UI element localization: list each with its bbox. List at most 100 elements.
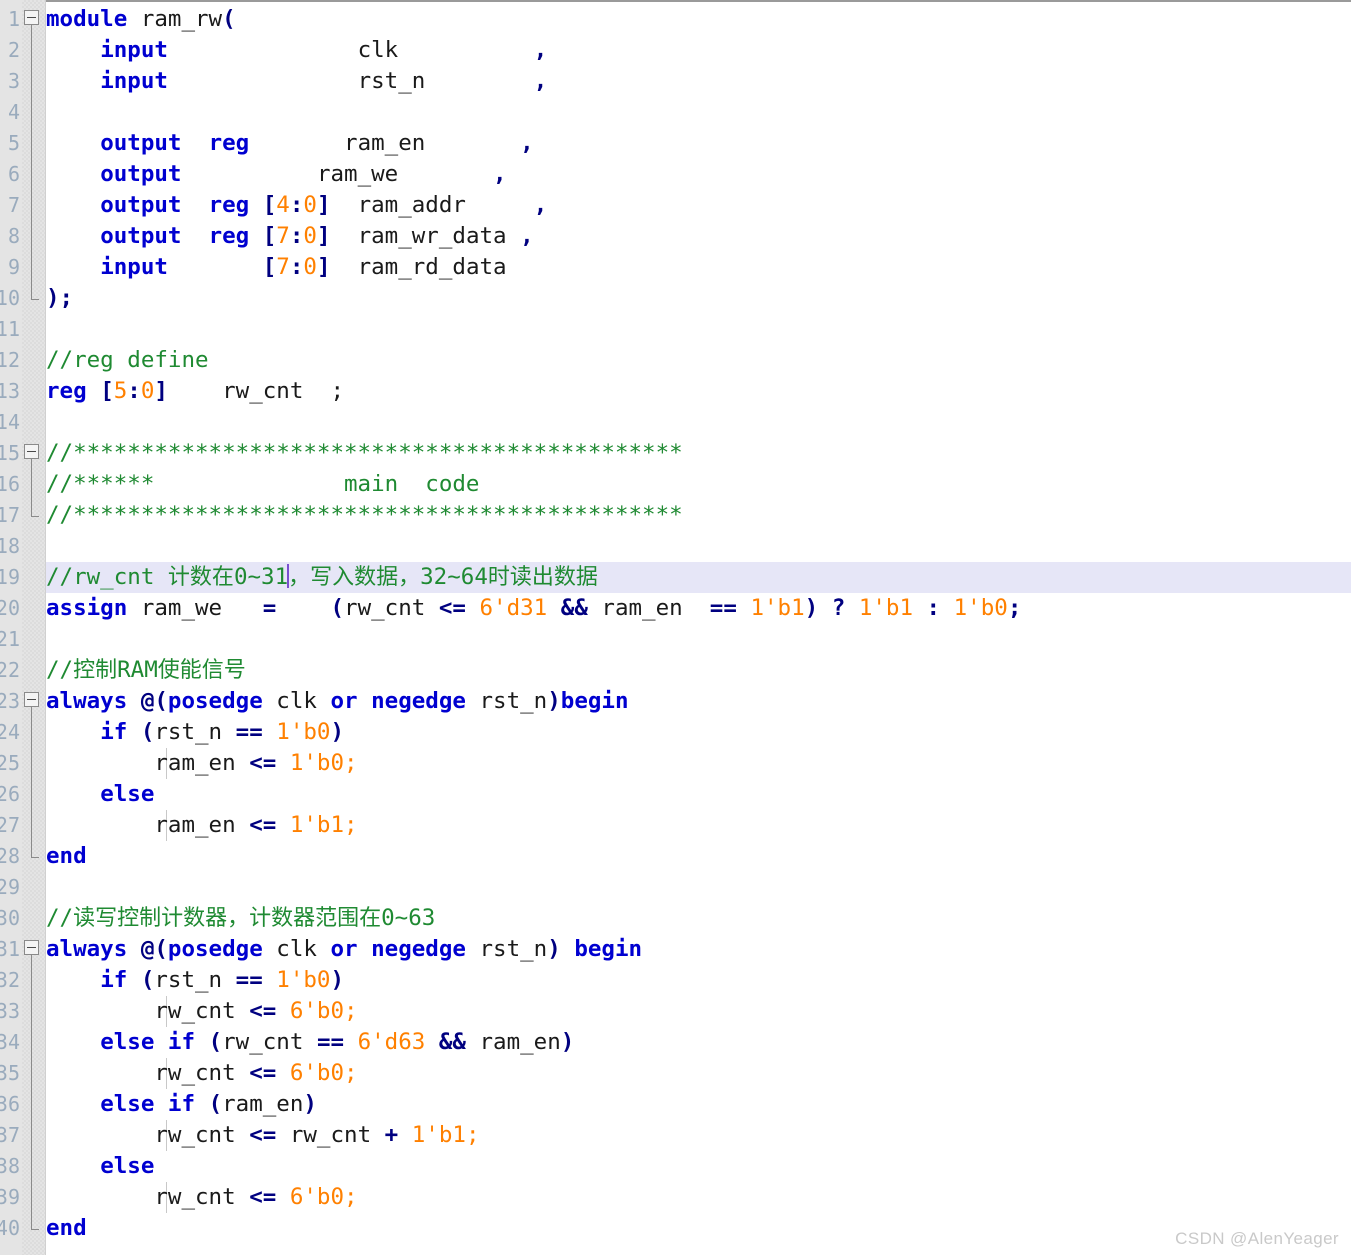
code-line[interactable]: rw_cnt <= 6'b0; (46, 1182, 357, 1213)
code-token: 1'b1 (858, 595, 913, 621)
code-token: ram_en (154, 750, 236, 776)
code-token: //reg define (46, 347, 209, 373)
code-token: ( (140, 967, 155, 993)
code-line[interactable]: input [7:0] ram_rd_data (46, 252, 506, 283)
code-line[interactable]: reg [5:0] rw_cnt ; (46, 376, 344, 407)
code-line[interactable]: rw_cnt <= 6'b0; (46, 1058, 357, 1089)
code-line[interactable]: ); (46, 283, 73, 314)
code-token: ; (59, 285, 74, 311)
code-line[interactable]: //读写控制计数器，计数器范围在0~63 (46, 903, 435, 934)
code-line[interactable]: //****** main code (46, 469, 479, 500)
code-token: , (520, 130, 534, 156)
line-number: 1 (7, 7, 20, 31)
code-token: rw_cnt (344, 595, 426, 621)
code-line[interactable]: if (rst_n == 1'b0) (46, 717, 344, 748)
code-token: + (384, 1122, 399, 1148)
code-line[interactable]: if (rst_n == 1'b0) (46, 965, 344, 996)
code-token: rst_n (465, 936, 548, 962)
code-line[interactable]: //rw_cnt 计数在0~31，写入数据，32~64时读出数据 (46, 562, 598, 593)
code-line[interactable]: ram_en <= 1'b0; (46, 748, 357, 779)
code-line[interactable]: rw_cnt <= rw_cnt + 1'b1; (46, 1120, 479, 1151)
code-line[interactable]: input clk , (46, 35, 547, 66)
editor-gutter[interactable]: 1 2 3 4 5 6 7 8 9 10 11 12 13 14 15 16 17 18 19 20 21 22 23 24 2… (0, 0, 46, 1255)
code-line[interactable]: else (46, 1151, 154, 1182)
line-number: 23 (0, 689, 20, 713)
fold-toggle-icon[interactable] (24, 444, 39, 459)
code-editor[interactable]: 1 2 3 4 5 6 7 8 9 10 11 12 13 14 15 16 17 18 19 20 21 22 23 24 2… (0, 0, 1351, 1255)
code-token: begin (574, 936, 643, 962)
code-token: end (46, 1215, 87, 1241)
code-token: 0~31 (233, 564, 289, 590)
code-token: ( (330, 595, 345, 621)
code-token: //rw_cnt (46, 564, 168, 590)
code-line[interactable]: always @(posedge clk or negedge rst_n)be… (46, 686, 629, 717)
code-line[interactable]: else if (ram_en) (46, 1089, 317, 1120)
fold-range-end (31, 857, 39, 858)
code-token: ( (208, 1029, 223, 1055)
code-line[interactable]: //**************************************… (46, 500, 683, 531)
code-token: 0 (303, 254, 317, 280)
csdn-watermark: CSDN @AlenYeager (1175, 1229, 1339, 1248)
line-number: 21 (0, 627, 20, 651)
line-number: 7 (7, 193, 20, 217)
code-token: , (520, 223, 534, 249)
code-token: ; (330, 378, 345, 404)
code-line[interactable]: always @(posedge clk or negedge rst_n) b… (46, 934, 642, 965)
code-token: rw_cnt (154, 1060, 236, 1086)
code-line[interactable]: output reg [7:0] ram_wr_data , (46, 221, 534, 252)
code-text-area[interactable]: module ram_rw( input clk , input rst_n ,… (46, 0, 1351, 1255)
code-line[interactable]: output reg [4:0] ram_addr , (46, 190, 547, 221)
code-folding-strip[interactable] (22, 0, 45, 1255)
code-line[interactable]: //**************************************… (46, 438, 683, 469)
code-token: posedge (167, 936, 263, 962)
code-token: <= (249, 750, 277, 776)
code-token: ; (1007, 595, 1022, 621)
code-token: ] (316, 223, 331, 249)
code-token: clk (357, 37, 399, 63)
code-line[interactable]: rw_cnt <= 6'b0; (46, 996, 357, 1027)
code-line[interactable]: end (46, 1213, 87, 1244)
code-line[interactable]: ram_en <= 1'b1; (46, 810, 357, 841)
code-token: : (289, 192, 304, 218)
fold-toggle-icon[interactable] (24, 10, 39, 25)
code-token: or (330, 936, 358, 962)
line-number: 6 (7, 162, 20, 186)
code-line[interactable]: module ram_rw( (46, 4, 236, 35)
code-line[interactable]: end (46, 841, 87, 872)
code-line[interactable]: else if (rw_cnt == 6'd63 && ram_en) (46, 1027, 574, 1058)
line-number: 40 (0, 1216, 20, 1240)
code-line[interactable]: input rst_n , (46, 66, 547, 97)
fold-toggle-icon[interactable] (24, 940, 39, 955)
code-line[interactable]: else (46, 779, 154, 810)
code-line[interactable]: assign ram_we = (rw_cnt <= 6'd31 && ram_… (46, 593, 1021, 624)
code-token: && (438, 1029, 466, 1055)
code-token: negedge (371, 688, 466, 714)
line-number: 24 (0, 720, 20, 744)
code-token: <= (249, 1184, 277, 1210)
code-token: , (533, 37, 548, 63)
code-line[interactable]: //reg define (46, 345, 209, 376)
code-token: rw_cnt (276, 1122, 372, 1148)
code-token: == (709, 595, 737, 621)
fold-toggle-icon[interactable] (24, 692, 39, 707)
code-line[interactable]: output ram_we , (46, 159, 506, 190)
code-line[interactable]: output reg ram_en , (46, 128, 534, 159)
code-token: 5 (113, 378, 128, 404)
code-token: 1'b0 (276, 967, 331, 993)
code-line[interactable]: //控制RAM使能信号 (46, 655, 246, 686)
